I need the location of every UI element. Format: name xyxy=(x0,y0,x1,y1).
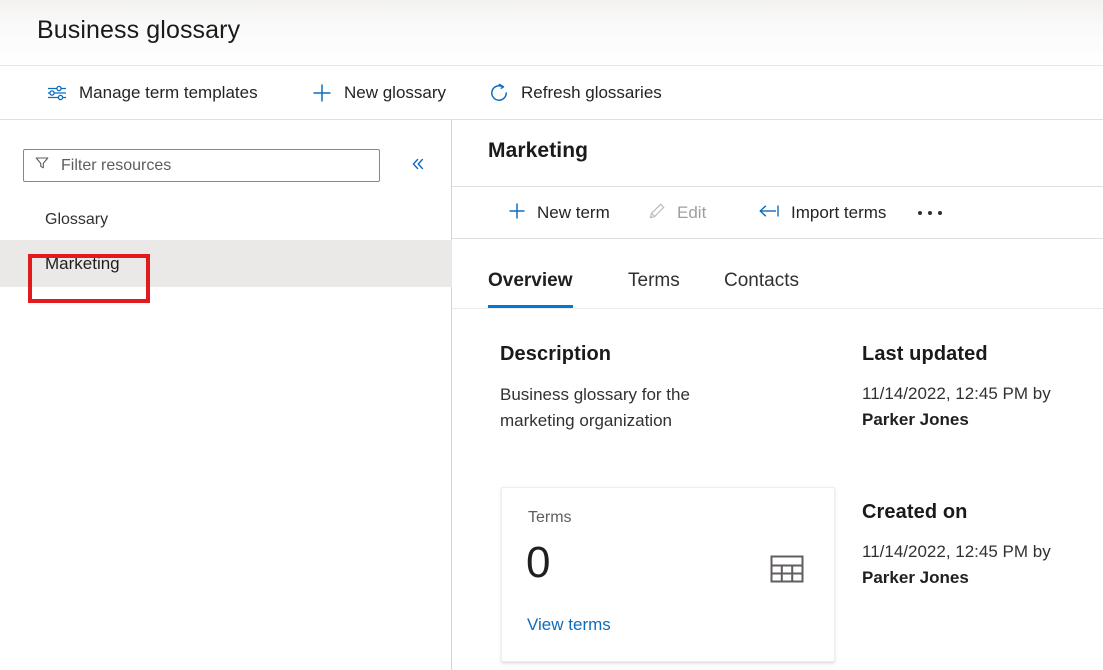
page-header: Business glossary xyxy=(0,0,1103,65)
new-glossary-button[interactable]: New glossary xyxy=(305,66,452,120)
created-on-heading: Created on xyxy=(862,501,1062,524)
description-section: Description Business glossary for the ma… xyxy=(500,343,735,434)
manage-term-templates-label: Manage term templates xyxy=(79,83,258,103)
tab-contacts[interactable]: Contacts xyxy=(724,265,799,308)
description-heading: Description xyxy=(500,343,735,366)
detail-tabs: Overview Terms Contacts xyxy=(452,265,1103,309)
more-options-button[interactable] xyxy=(908,187,952,239)
import-terms-label: Import terms xyxy=(791,203,886,223)
sidebar-filter-row xyxy=(0,120,452,184)
funnel-filter-icon xyxy=(34,155,50,176)
edit-label: Edit xyxy=(677,203,706,223)
page-title: Business glossary xyxy=(37,16,240,45)
collapse-sidebar-button[interactable] xyxy=(404,154,432,178)
import-arrow-icon xyxy=(757,201,781,226)
pencil-edit-icon xyxy=(647,201,667,226)
refresh-glossaries-button[interactable]: Refresh glossaries xyxy=(482,66,668,120)
glossary-sidebar: Glossary Marketing xyxy=(0,120,452,670)
tab-terms-label: Terms xyxy=(628,270,680,292)
tree-group-glossary: Glossary xyxy=(0,200,452,240)
last-updated-user: Parker Jones xyxy=(862,410,969,429)
refresh-glossaries-label: Refresh glossaries xyxy=(521,83,662,103)
detail-page-title: Marketing xyxy=(488,139,588,163)
terms-card-label: Terms xyxy=(528,509,572,527)
last-updated-value: 11/14/2022, 12:45 PM by Parker Jones xyxy=(862,381,1062,433)
refresh-icon xyxy=(488,82,510,104)
business-glossary-page: Business glossary Manage term templates xyxy=(0,0,1103,670)
sliders-settings-icon xyxy=(46,82,68,104)
tab-overview[interactable]: Overview xyxy=(488,265,573,308)
last-updated-timestamp: 11/14/2022, 12:45 PM by xyxy=(862,384,1051,403)
ellipsis-icon xyxy=(918,211,942,215)
glossary-detail-panel: Marketing New term xyxy=(452,120,1103,670)
created-on-section: Created on 11/14/2022, 12:45 PM by Parke… xyxy=(862,501,1062,591)
double-chevron-left-icon xyxy=(409,155,427,178)
plus-icon xyxy=(311,82,333,104)
tab-contacts-label: Contacts xyxy=(724,270,799,292)
glossary-tree: Glossary Marketing xyxy=(0,200,452,287)
created-on-timestamp: 11/14/2022, 12:45 PM by xyxy=(862,542,1051,561)
filter-resources-field[interactable] xyxy=(23,149,380,182)
manage-term-templates-button[interactable]: Manage term templates xyxy=(40,66,264,120)
new-term-label: New term xyxy=(537,203,610,223)
tab-terms[interactable]: Terms xyxy=(628,265,680,308)
edit-button[interactable]: Edit xyxy=(642,187,711,239)
table-grid-icon xyxy=(770,554,804,589)
description-text: Business glossary for the marketing orga… xyxy=(500,382,735,434)
sidebar-item-marketing[interactable]: Marketing xyxy=(0,240,452,287)
global-command-bar: Manage term templates New glossary Refre… xyxy=(0,65,1103,120)
view-terms-link[interactable]: View terms xyxy=(527,615,611,635)
terms-summary-card[interactable]: Terms 0 View terms xyxy=(501,487,835,662)
last-updated-heading: Last updated xyxy=(862,343,1062,366)
terms-card-count: 0 xyxy=(526,539,550,587)
tab-overview-label: Overview xyxy=(488,270,573,292)
plus-icon xyxy=(507,201,527,226)
created-on-value: 11/14/2022, 12:45 PM by Parker Jones xyxy=(862,539,1062,591)
detail-command-bar: New term Edit xyxy=(452,186,1103,239)
created-on-user: Parker Jones xyxy=(862,568,969,587)
sidebar-item-label: Marketing xyxy=(45,254,120,274)
new-term-button[interactable]: New term xyxy=(502,187,615,239)
search-input[interactable] xyxy=(59,156,369,176)
import-terms-button[interactable]: Import terms xyxy=(752,187,891,239)
last-updated-section: Last updated 11/14/2022, 12:45 PM by Par… xyxy=(862,343,1062,433)
new-glossary-label: New glossary xyxy=(344,83,446,103)
